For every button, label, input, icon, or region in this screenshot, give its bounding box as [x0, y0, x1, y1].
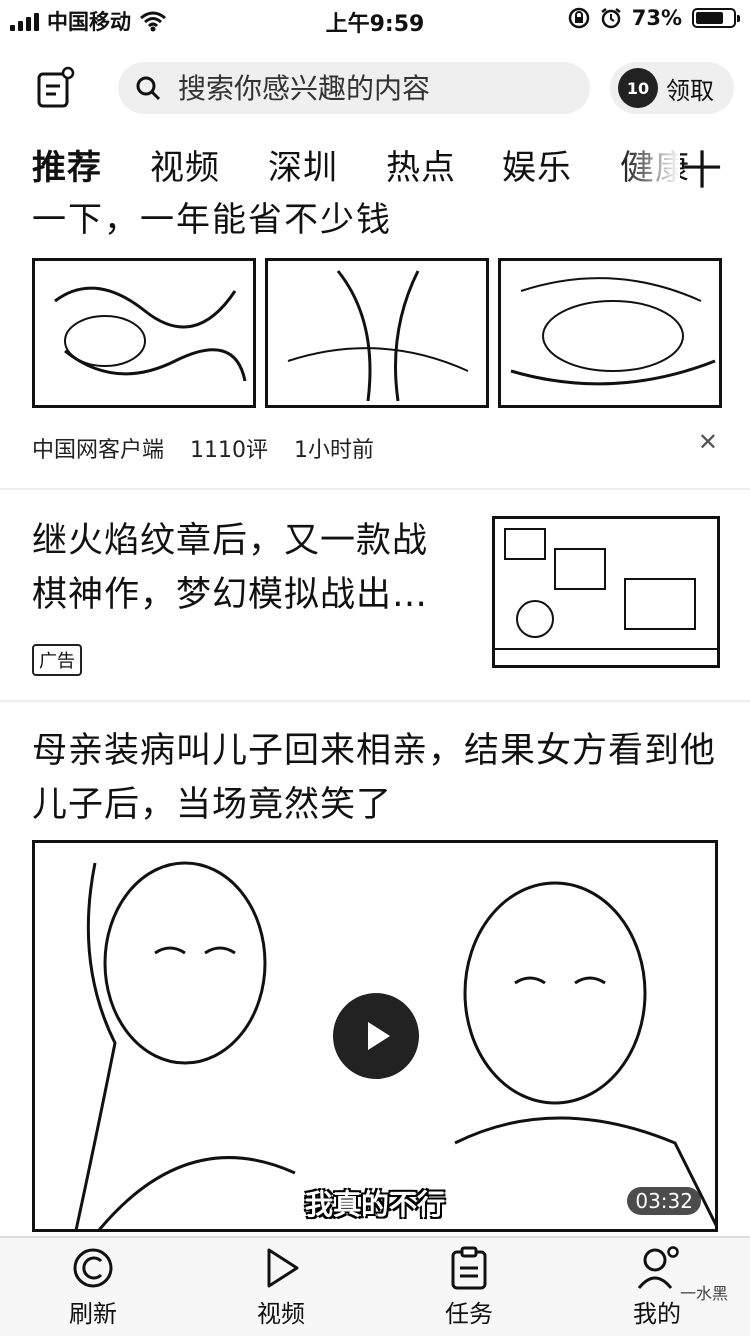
- news-feed: 一下，一年能省不少钱 中国网客户端 1110评 1小时前 ✕ 继火焰纹章后，又一…: [0, 192, 750, 1236]
- tab-fade: [620, 132, 680, 192]
- feed-divider: [0, 488, 750, 490]
- tab-video[interactable]: 视频: [150, 140, 220, 189]
- task-icon: [451, 1246, 487, 1290]
- article-image: [265, 258, 489, 408]
- video-player[interactable]: 我真的不行 03:32: [32, 840, 718, 1232]
- video-title[interactable]: 母亲装病叫儿子回来相亲，结果女方看到他儿子后，当场竟然笑了: [32, 724, 722, 832]
- ad-badge: 广告: [32, 644, 82, 676]
- nav-label: 刷新: [69, 1300, 117, 1328]
- video-subtitle: 我真的不行: [304, 1188, 445, 1221]
- category-tabs: 推荐 视频 深圳 热点 娱乐 健康 十: [0, 132, 750, 194]
- nav-video[interactable]: 视频: [226, 1246, 336, 1329]
- nav-label: 视频: [257, 1300, 305, 1328]
- tab-shenzhen[interactable]: 深圳: [268, 140, 338, 189]
- rotation-lock-icon: [568, 7, 589, 29]
- article-thumbnails[interactable]: [32, 258, 722, 408]
- reward-label: 领取: [666, 76, 714, 105]
- article-image: [32, 258, 256, 408]
- battery-percent: 73%: [631, 6, 682, 30]
- search-header: 10 领取: [0, 52, 750, 124]
- article-source: 中国网客户端: [32, 438, 165, 463]
- status-bar: 中国移动 上午9:59 73%: [0, 0, 750, 40]
- reward-button[interactable]: 10 领取: [610, 62, 734, 114]
- bottom-nav: 刷新 视频 任务 我的 一水黑: [0, 1236, 750, 1336]
- search-input[interactable]: [176, 70, 580, 106]
- publish-time: 1小时前: [294, 438, 375, 463]
- article-title[interactable]: 一下，一年能省不少钱: [32, 192, 392, 241]
- feed-divider: [0, 700, 750, 702]
- profile-icon: [637, 1246, 679, 1289]
- dismiss-icon[interactable]: ✕: [698, 428, 718, 456]
- search-bar[interactable]: [118, 62, 590, 114]
- tab-entertainment[interactable]: 娱乐: [502, 140, 572, 189]
- nav-label: 任务: [445, 1300, 493, 1328]
- tab-recommend[interactable]: 推荐: [32, 140, 102, 189]
- article-image: [498, 258, 722, 408]
- battery-icon: [692, 8, 740, 28]
- tab-hot[interactable]: 热点: [386, 140, 456, 189]
- play-icon: [267, 1248, 299, 1288]
- add-tab-button[interactable]: 十: [682, 138, 722, 196]
- nav-refresh[interactable]: 刷新: [38, 1246, 148, 1329]
- status-right: 73%: [568, 6, 740, 30]
- nav-tasks[interactable]: 任务: [414, 1246, 524, 1329]
- alarm-icon: [600, 8, 621, 29]
- search-icon: [136, 76, 161, 101]
- refresh-icon: [73, 1248, 113, 1288]
- play-button[interactable]: [333, 993, 419, 1079]
- article-meta: 中国网客户端 1110评 1小时前: [32, 432, 374, 464]
- video-duration: 03:32: [627, 1187, 701, 1215]
- ad-image[interactable]: [492, 516, 720, 668]
- coin-icon: 10: [618, 68, 658, 108]
- watermark: 一水黑: [679, 1284, 728, 1303]
- play-icon: [368, 1022, 390, 1050]
- ad-title[interactable]: 继火焰纹章后，又一款战棋神作，梦幻模拟战出…: [32, 514, 462, 622]
- comment-count: 1110评: [190, 438, 269, 463]
- news-icon[interactable]: [36, 66, 76, 110]
